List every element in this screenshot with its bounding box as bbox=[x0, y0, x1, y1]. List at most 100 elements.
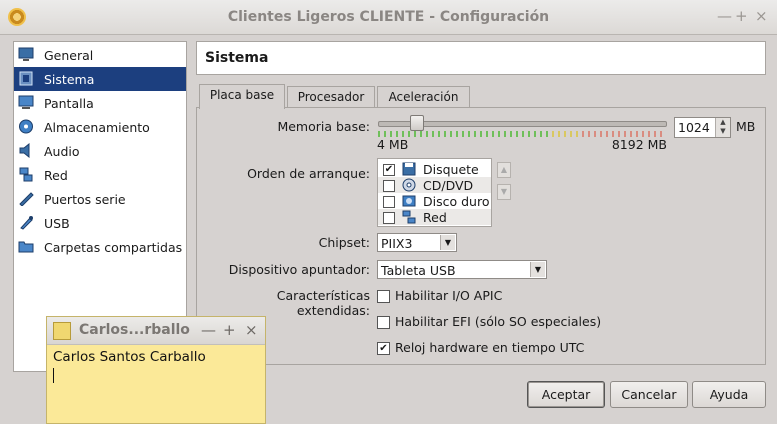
sidebar-item-label: Audio bbox=[44, 144, 80, 159]
slider-tick bbox=[420, 131, 422, 137]
efi-label[interactable]: Habilitar EFI (sólo SO especiales) bbox=[395, 314, 601, 329]
slider-tick bbox=[576, 131, 578, 137]
slider-tick bbox=[564, 131, 566, 137]
cancel-button[interactable]: Cancelar bbox=[610, 381, 688, 408]
accept-button[interactable]: Aceptar bbox=[527, 381, 605, 408]
sidebar-item-label: USB bbox=[44, 216, 70, 231]
sidebar-item-label: General bbox=[44, 48, 94, 63]
slider-tick bbox=[492, 131, 494, 137]
slider-tick bbox=[408, 131, 410, 137]
chip-icon bbox=[19, 71, 33, 86]
memory-spinbox[interactable]: 1024 ▲ ▼ bbox=[674, 117, 731, 138]
pointer-select[interactable]: Tableta USB ▼ bbox=[377, 260, 547, 279]
hdd-icon bbox=[402, 195, 416, 207]
slider-tick bbox=[438, 131, 440, 137]
sidebar-item-puertos-serie[interactable]: Puertos serie bbox=[14, 187, 186, 211]
boot-checkbox[interactable] bbox=[383, 180, 395, 192]
slider-tick bbox=[474, 131, 476, 137]
utc-clock-label[interactable]: Reloj hardware en tiempo UTC bbox=[395, 340, 584, 355]
slider-tick bbox=[534, 131, 536, 137]
tab-label: Aceleración bbox=[388, 90, 459, 104]
slider-tick bbox=[468, 131, 470, 137]
list-item[interactable]: Red bbox=[378, 209, 491, 225]
slider-tick bbox=[522, 131, 524, 137]
tab-placa-base[interactable]: Placa base bbox=[199, 84, 285, 109]
boot-order-label: Orden de arranque: bbox=[247, 166, 370, 181]
slider-tick bbox=[426, 131, 428, 137]
boot-item-label: Red bbox=[423, 210, 447, 225]
serial-port-icon bbox=[19, 192, 34, 206]
close-button[interactable]: × bbox=[755, 7, 768, 25]
memory-slider-handle[interactable] bbox=[410, 115, 424, 131]
memory-label: Memoria base: bbox=[277, 119, 370, 134]
slider-tick bbox=[552, 131, 554, 137]
list-item[interactable]: ✔ Disquete bbox=[378, 161, 491, 177]
note-close-button[interactable]: × bbox=[245, 321, 258, 339]
tab-aceleracion[interactable]: Aceleración bbox=[377, 86, 470, 108]
list-item[interactable]: CD/DVD bbox=[378, 177, 491, 193]
boot-order-list[interactable]: ✔ Disquete CD/DVD Disco duro Red bbox=[377, 158, 492, 227]
slider-tick bbox=[486, 131, 488, 137]
chipset-label: Chipset: bbox=[318, 235, 370, 250]
sidebar-item-label: Almacenamiento bbox=[44, 120, 150, 135]
slider-tick bbox=[498, 131, 500, 137]
cd-icon bbox=[402, 178, 416, 192]
note-maximize-button[interactable]: + bbox=[223, 321, 236, 339]
slider-tick bbox=[540, 131, 542, 137]
usb-icon bbox=[20, 216, 33, 230]
chipset-value: PIIX3 bbox=[381, 236, 413, 251]
slider-tick bbox=[546, 131, 548, 137]
text-caret bbox=[53, 368, 54, 383]
boot-item-label: Disquete bbox=[423, 162, 479, 177]
sticky-note-titlebar[interactable]: Carlos...rballo — + × bbox=[47, 317, 265, 345]
tab-label: Placa base bbox=[209, 88, 275, 102]
section-header: Sistema bbox=[196, 41, 766, 75]
boot-item-label: Disco duro bbox=[423, 194, 490, 209]
slider-tick bbox=[582, 131, 584, 137]
sidebar-item-pantalla[interactable]: Pantalla bbox=[14, 91, 186, 115]
io-apic-label[interactable]: Habilitar I/O APIC bbox=[395, 288, 502, 303]
sidebar-item-red[interactable]: Red bbox=[14, 163, 186, 187]
sidebar-item-label: Puertos serie bbox=[44, 192, 126, 207]
sticky-note-window[interactable]: Carlos...rballo — + × Carlos Santos Carb… bbox=[46, 316, 266, 424]
pointer-value: Tableta USB bbox=[381, 263, 456, 278]
sidebar-item-sistema[interactable]: Sistema bbox=[14, 67, 186, 91]
slider-tick bbox=[480, 131, 482, 137]
minimize-button[interactable]: — bbox=[717, 7, 732, 25]
help-button[interactable]: Ayuda bbox=[692, 381, 766, 408]
maximize-button[interactable]: + bbox=[735, 7, 748, 25]
memory-min-label: 4 MB bbox=[377, 137, 409, 152]
slider-tick bbox=[558, 131, 560, 137]
sidebar-item-usb[interactable]: USB bbox=[14, 211, 186, 235]
list-item[interactable]: Disco duro bbox=[378, 193, 491, 209]
move-down-button[interactable]: ▼ bbox=[497, 184, 511, 200]
accept-button-label: Aceptar bbox=[541, 387, 591, 402]
io-apic-checkbox[interactable] bbox=[377, 290, 390, 303]
cancel-button-label: Cancelar bbox=[621, 387, 677, 402]
note-minimize-button[interactable]: — bbox=[201, 321, 216, 339]
display-icon bbox=[18, 95, 34, 109]
tab-procesador[interactable]: Procesador bbox=[287, 86, 375, 108]
tab-label: Procesador bbox=[297, 90, 365, 104]
utc-clock-checkbox[interactable]: ✔ bbox=[377, 342, 390, 355]
sidebar-item-carpetas-compartidas[interactable]: Carpetas compartidas bbox=[14, 235, 186, 259]
boot-checkbox[interactable] bbox=[383, 212, 395, 224]
boot-checkbox[interactable] bbox=[383, 196, 395, 208]
slider-tick bbox=[510, 131, 512, 137]
help-button-label: Ayuda bbox=[709, 387, 749, 402]
slider-tick bbox=[528, 131, 530, 137]
extended-features-label: Características extendidas: bbox=[276, 288, 370, 318]
boot-checkbox[interactable]: ✔ bbox=[383, 164, 395, 176]
move-up-button[interactable]: ▲ bbox=[497, 162, 511, 178]
efi-checkbox[interactable] bbox=[377, 316, 390, 329]
sidebar-item-audio[interactable]: Audio bbox=[14, 139, 186, 163]
sticky-note-text[interactable]: Carlos Santos Carballo bbox=[53, 349, 206, 365]
chipset-select[interactable]: PIIX3 ▼ bbox=[377, 233, 457, 252]
slider-tick bbox=[504, 131, 506, 137]
sidebar-item-almacenamiento[interactable]: Almacenamiento bbox=[14, 115, 186, 139]
spin-arrows-icon[interactable]: ▲ ▼ bbox=[715, 118, 730, 137]
page-title: Sistema bbox=[205, 50, 269, 66]
slider-tick bbox=[588, 131, 590, 137]
sidebar-item-general[interactable]: General bbox=[14, 43, 186, 67]
sidebar-item-label: Red bbox=[44, 168, 68, 183]
